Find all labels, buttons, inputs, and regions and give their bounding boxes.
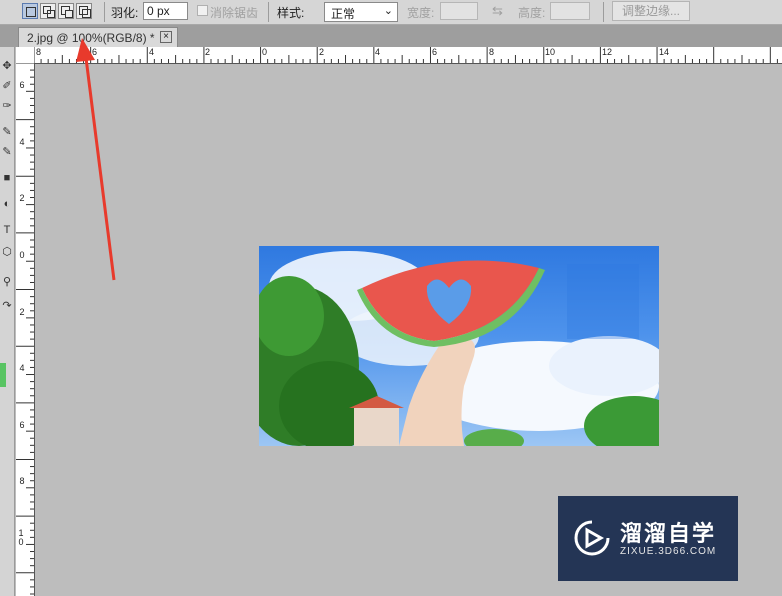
style-select[interactable]: 正常 ⌄	[324, 2, 398, 22]
height-input[interactable]	[550, 2, 590, 20]
swap-colors-icon[interactable]: ↷	[1, 299, 13, 313]
feather-input[interactable]: 0 px	[143, 2, 188, 20]
vertical-ruler: 6 4 2 0 2 4 6 8 10	[16, 63, 35, 596]
ruler-label: 2	[19, 307, 25, 317]
horizontal-ruler-ticks	[34, 47, 778, 63]
add-to-selection-icon[interactable]	[40, 3, 56, 19]
options-bar: 羽化: 0 px 消除锯齿 样式: 正常 ⌄ 宽度: ⇆ 高度: 调整边缘...	[0, 0, 782, 25]
horizontal-ruler: 8 6 4 2 0 2 4 6 8 10 12 14	[34, 47, 782, 64]
ruler-label: 0	[19, 250, 25, 260]
watermark: 溜溜自学 ZIXUE.3D66.COM	[558, 496, 738, 581]
move-tool-icon[interactable]: ✥	[1, 59, 13, 73]
new-selection-icon[interactable]	[22, 3, 38, 19]
feather-label: 羽化:	[111, 6, 139, 20]
ruler-label: 10	[18, 528, 24, 547]
ruler-label: 6	[19, 80, 25, 90]
ruler-label: 4	[19, 363, 25, 373]
ruler-corner	[16, 47, 35, 64]
ruler-label: 4	[375, 47, 381, 57]
foreground-color-swatch[interactable]	[0, 363, 6, 387]
ruler-label: 8	[36, 47, 42, 57]
ruler-label: 4	[19, 137, 25, 147]
ruler-label: 14	[659, 47, 670, 57]
dodge-tool-icon[interactable]: ◐	[1, 197, 13, 211]
document-tab[interactable]: 2.jpg @ 100%(RGB/8) * ×	[18, 27, 178, 47]
antialias-label: 消除锯齿	[210, 6, 259, 20]
zoom-tool-icon[interactable]: ⚲	[1, 275, 13, 289]
quick-select-tool-icon[interactable]: ✑	[1, 99, 13, 113]
antialias-checkbox[interactable]	[197, 5, 208, 16]
ruler-label: 8	[489, 47, 495, 57]
brush-tool-icon[interactable]: ✎	[1, 125, 13, 139]
selection-mode-group	[22, 3, 92, 19]
ruler-label: 10	[545, 47, 556, 57]
watermark-brand: 溜溜自学	[620, 521, 717, 546]
document-tab-bar: 2.jpg @ 100%(RGB/8) * ×	[0, 25, 782, 47]
photo-illustration	[259, 251, 659, 446]
style-select-value: 正常	[331, 7, 356, 21]
ruler-label: 2	[319, 47, 325, 57]
divider	[603, 2, 604, 22]
height-label: 高度:	[518, 6, 546, 20]
stamp-tool-icon[interactable]: ✎	[1, 145, 13, 159]
ruler-label: 8	[19, 476, 25, 486]
document-tab-title: 2.jpg @ 100%(RGB/8) *	[27, 31, 155, 45]
intersect-selection-icon[interactable]	[76, 3, 92, 19]
shape-tool-icon[interactable]: ⬡	[1, 245, 13, 259]
divider	[268, 2, 269, 22]
ruler-label: 0	[262, 47, 268, 57]
ruler-label: 6	[19, 420, 25, 430]
ruler-label: 6	[432, 47, 438, 57]
swap-dimensions-icon[interactable]: ⇆	[492, 3, 503, 19]
divider	[104, 2, 105, 22]
document-image[interactable]	[259, 246, 659, 446]
ruler-label: 12	[602, 47, 613, 57]
width-input[interactable]	[440, 2, 478, 20]
ruler-label: 2	[205, 47, 211, 57]
width-label: 宽度:	[407, 6, 435, 20]
style-label: 样式:	[277, 6, 305, 20]
play-logo-icon	[574, 520, 610, 556]
subtract-selection-icon[interactable]	[58, 3, 74, 19]
ruler-label: 2	[19, 193, 25, 203]
ruler-label: 6	[92, 47, 98, 57]
tools-panel: ✥ ✐ ✑ ✎ ✎ ■ ◐ T ⬡ ⚲ ↷	[0, 47, 15, 596]
eraser-tool-icon[interactable]: ■	[1, 171, 13, 185]
lasso-tool-icon[interactable]: ✐	[1, 79, 13, 93]
type-tool-icon[interactable]: T	[1, 223, 13, 237]
close-icon[interactable]: ×	[160, 31, 172, 43]
watermark-url: ZIXUE.3D66.COM	[620, 546, 717, 557]
ruler-label: 4	[149, 47, 155, 57]
chevron-down-icon: ⌄	[383, 5, 393, 17]
refine-edge-button[interactable]: 调整边缘...	[612, 1, 690, 21]
